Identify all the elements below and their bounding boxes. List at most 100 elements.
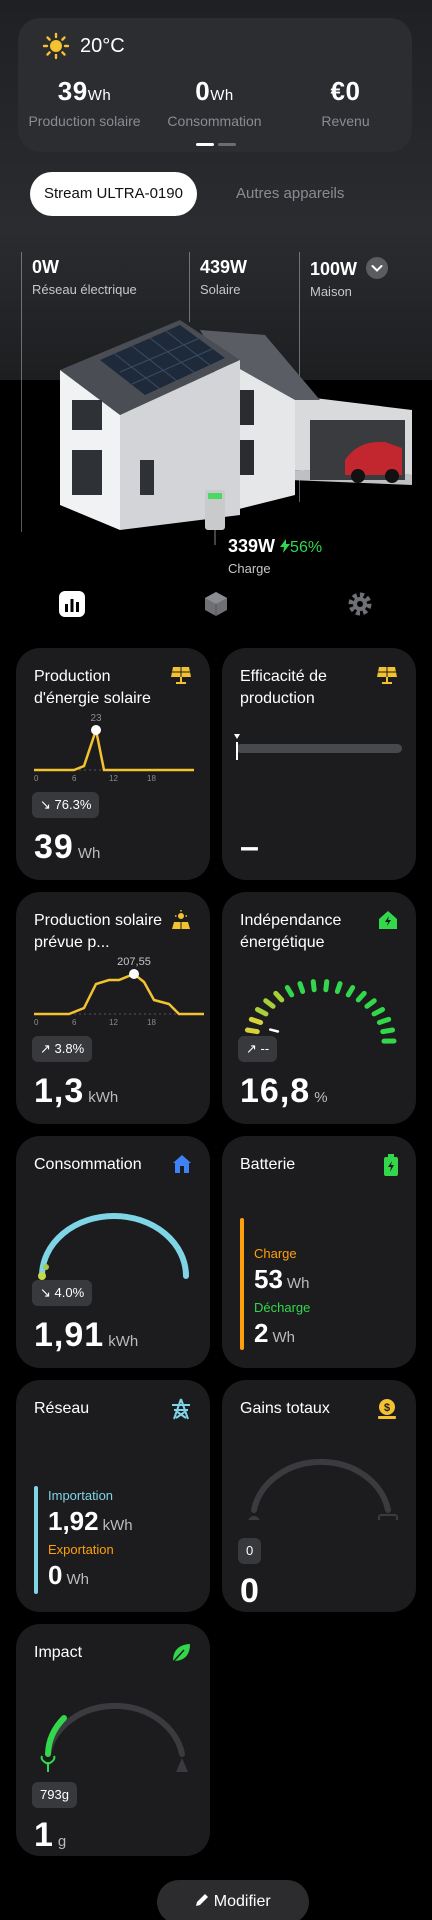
card-solar-production[interactable]: Production d'énergie solaire 23 0 6 12 1… xyxy=(16,648,210,880)
modifier-label: Modifier xyxy=(213,1893,271,1910)
stat-value: €0 xyxy=(330,76,361,106)
home-green-icon xyxy=(379,911,397,929)
stat-label: Production solaire xyxy=(28,113,141,129)
change-value: 3.8% xyxy=(54,1041,85,1056)
change-pill: ↘ 4.0% xyxy=(32,1280,93,1306)
value: 1,92 xyxy=(48,1506,99,1536)
card-battery[interactable]: Batterie Charge 53 Wh Décharge 2 Wh xyxy=(222,1136,416,1368)
gauge-tick xyxy=(323,979,330,993)
page-indicator xyxy=(196,143,236,146)
gauge-tick xyxy=(297,981,306,994)
tab-settings[interactable] xyxy=(346,590,374,623)
unit: g xyxy=(57,1833,67,1850)
solar-panel-icon xyxy=(377,667,397,684)
peak-label: 207,55 xyxy=(117,956,151,968)
gauge-tick xyxy=(334,981,343,994)
card-value: – xyxy=(240,828,260,866)
value: 2 xyxy=(254,1318,269,1348)
change-value: -- xyxy=(260,1041,270,1056)
unit: % xyxy=(314,1089,328,1106)
flow-battery: 339W 56% Charge xyxy=(228,536,322,576)
gauge-tick xyxy=(248,1016,264,1025)
card-earnings[interactable]: Gains totaux $ 0 0 xyxy=(222,1380,416,1612)
value-pill: 0 xyxy=(238,1538,262,1564)
card-impact[interactable]: Impact 793g 1g xyxy=(16,1624,210,1856)
unit: kWh xyxy=(108,1333,139,1350)
tab-stats[interactable] xyxy=(58,590,86,623)
import-value: 1,92 kWh xyxy=(48,1506,133,1537)
gauge-tick xyxy=(254,1007,269,1017)
gauge-tick xyxy=(263,998,276,1009)
value: 39 xyxy=(34,828,74,866)
tab-other-devices[interactable]: Autres appareils xyxy=(236,172,344,216)
card-value: 1,3 kWh xyxy=(34,1072,118,1111)
change-pill: ↗ -- xyxy=(238,1036,278,1062)
battery-icon xyxy=(384,1154,398,1176)
tick-label: 0 xyxy=(34,1018,39,1027)
flow-solar: 439W Solaire xyxy=(200,257,247,297)
unit: Wh xyxy=(77,845,101,862)
page-dot xyxy=(218,143,236,146)
tick-label: 18 xyxy=(147,774,156,783)
stat-value: 39 xyxy=(57,76,88,106)
tick-label: 6 xyxy=(72,774,77,783)
value-pill: 793g xyxy=(32,1782,77,1808)
gauge-tick xyxy=(371,1007,386,1017)
card-independence[interactable]: Indépendance énergétique ↗ -- 16,8% xyxy=(222,892,416,1124)
solar-mini-chart: 23 0 6 12 18 xyxy=(34,713,194,783)
tab-3d[interactable] xyxy=(202,590,230,623)
change-value: 76.3% xyxy=(54,797,92,812)
discharge-value: 2 Wh xyxy=(254,1318,295,1349)
card-consumption[interactable]: Consommation ↘ 4.0% 1,91 kWh xyxy=(16,1136,210,1368)
stat-unit: Wh xyxy=(210,87,234,104)
flow-home[interactable]: 100W Maison xyxy=(310,257,389,299)
value: 1,91 xyxy=(34,1316,105,1354)
card-title: Réseau xyxy=(34,1400,90,1417)
gauge-tick xyxy=(273,990,285,1003)
card-title: Gains totaux xyxy=(240,1400,330,1417)
stat-value: 0 xyxy=(195,76,211,106)
charge-label: Charge xyxy=(254,1246,297,1261)
card-value: 1g xyxy=(34,1816,66,1855)
tab-stream-ultra[interactable]: Stream ULTRA-0190 xyxy=(30,172,197,216)
grid-flow-line xyxy=(21,252,22,532)
stat-consumption: 0Wh Consommation xyxy=(149,76,280,129)
arrow-down-right-icon: ↘ xyxy=(40,797,51,812)
value: 0 xyxy=(48,1560,63,1590)
stat-production: 39Wh Production solaire xyxy=(19,76,150,129)
card-title: Indépendance énergétique xyxy=(240,912,342,951)
modifier-button[interactable]: Modifier xyxy=(157,1880,309,1920)
unit: kWh xyxy=(88,1089,119,1106)
card-title: Efficacité de production xyxy=(240,668,327,707)
svg-text:$: $ xyxy=(384,1402,390,1414)
efficiency-bar xyxy=(234,734,402,760)
arrow-down-right-icon: ↘ xyxy=(40,1285,51,1300)
card-efficiency[interactable]: Efficacité de production – xyxy=(222,648,416,880)
card-solar-forecast[interactable]: Production solaire prévue p... 207,55 0 … xyxy=(16,892,210,1124)
gauge-tick xyxy=(310,979,317,993)
page-dot-active xyxy=(196,143,214,146)
arrow-up-right-icon: ↗ xyxy=(40,1041,51,1056)
unit: Wh xyxy=(66,1571,89,1588)
flow-value: 439W xyxy=(200,257,248,277)
value: 1 xyxy=(34,1816,54,1854)
change-value: 4.0% xyxy=(54,1285,85,1300)
flow-grid: 0W Réseau électrique xyxy=(32,257,137,297)
gauge-tick xyxy=(284,985,295,998)
weather: 20°C xyxy=(42,32,125,60)
pencil-icon xyxy=(196,1894,209,1906)
card-title: Impact xyxy=(34,1644,83,1661)
summary-card[interactable]: 20°C 39Wh Production solaire 0Wh Consomm… xyxy=(18,18,412,152)
card-value: 0 xyxy=(240,1572,260,1610)
discharge-label: Décharge xyxy=(254,1300,311,1315)
gauge-tick xyxy=(345,985,356,998)
stat-label: Consommation xyxy=(167,113,262,129)
bolt-icon xyxy=(280,539,291,553)
card-value: 39 Wh xyxy=(34,828,100,867)
export-label: Exportation xyxy=(48,1542,114,1557)
chevron-down-icon[interactable] xyxy=(366,257,389,279)
change-pill: ↗ 3.8% xyxy=(32,1036,93,1062)
temperature: 20°C xyxy=(80,34,125,57)
card-title: Batterie xyxy=(240,1156,296,1173)
card-grid[interactable]: Réseau Importation 1,92 kWh Exportation 0… xyxy=(16,1380,210,1612)
